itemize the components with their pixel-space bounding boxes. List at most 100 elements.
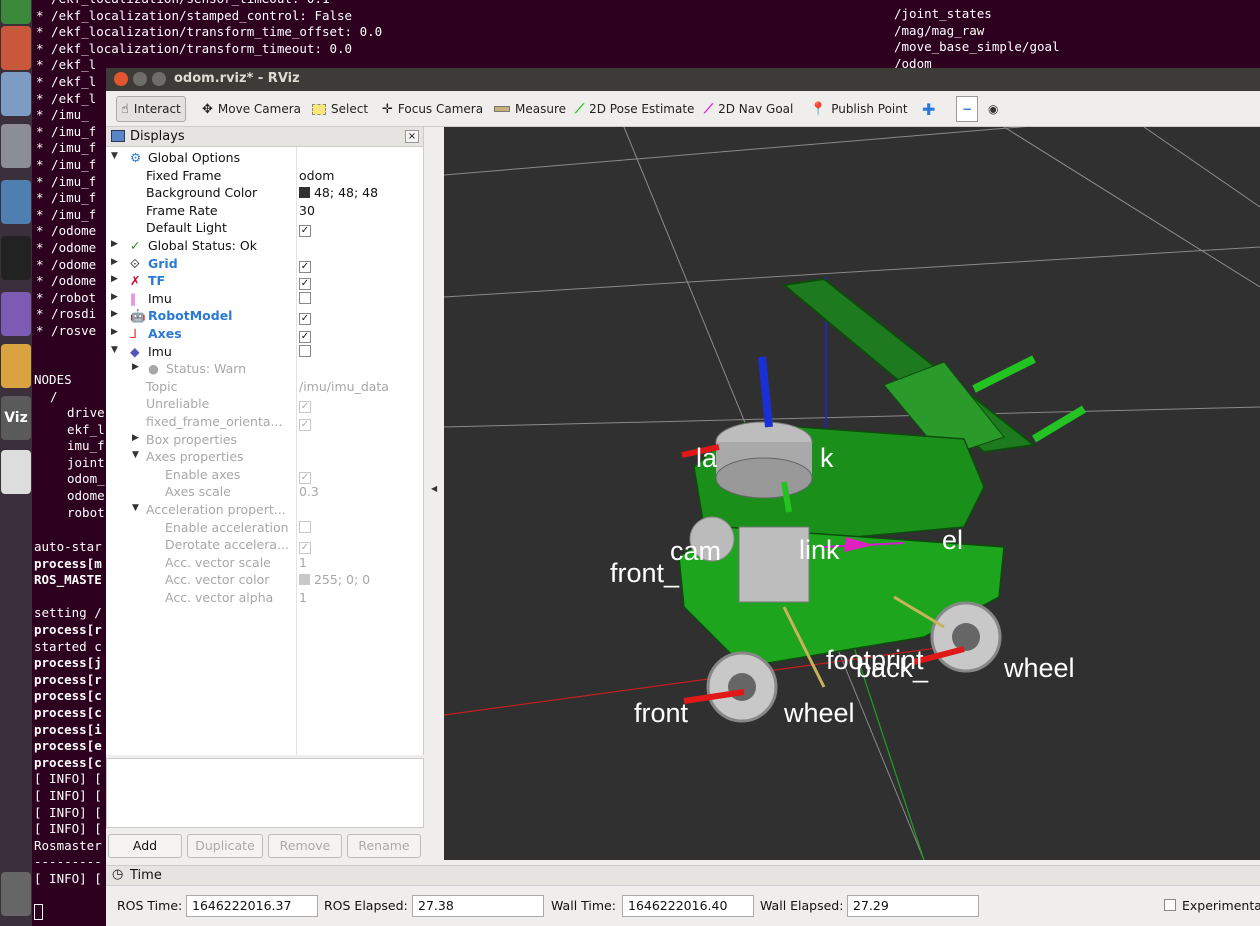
launcher-terminal-icon[interactable] bbox=[1, 236, 31, 280]
interact-button[interactable]: ☝ Interact bbox=[116, 96, 186, 122]
derotate-accel-row[interactable]: Derotate accelera... ✓ bbox=[106, 536, 424, 555]
default-light-checkbox[interactable]: ✓ bbox=[299, 220, 311, 238]
grid-row[interactable]: ▶ ⟐ Grid ✓ bbox=[106, 255, 424, 273]
fixed-frame-row[interactable]: Fixed Frame odom bbox=[106, 167, 424, 185]
acc-color-row[interactable]: Acc. vector color 255; 0; 0 bbox=[106, 571, 424, 589]
robot-model-row[interactable]: ▶ 🤖 RobotModel ✓ bbox=[106, 307, 424, 326]
maximize-icon[interactable] bbox=[152, 72, 166, 86]
displays-panel: Displays × ▼ ⚙ Global Options Fixed Frame o… bbox=[106, 127, 424, 755]
acc-scale-value[interactable]: 1 bbox=[299, 555, 307, 570]
select-button[interactable]: Select bbox=[308, 96, 372, 122]
unreliable-row[interactable]: Unreliable ✓ bbox=[106, 395, 424, 414]
launcher-drive-icon[interactable] bbox=[1, 450, 31, 494]
3d-viewport[interactable]: front_ cam link el la k footprint back_ … bbox=[444, 127, 1260, 860]
derotate-accel-checkbox[interactable]: ✓ bbox=[299, 542, 311, 555]
background-color-value[interactable]: 48; 48; 48 bbox=[299, 185, 378, 200]
axes-row[interactable]: ▶ ⅃ Axes ✓ bbox=[106, 325, 424, 343]
frame-label-back: back_ bbox=[856, 653, 929, 683]
remove-button[interactable]: Remove bbox=[268, 834, 342, 858]
terminal-log-line: process[r bbox=[34, 622, 102, 637]
measure-button[interactable]: Measure bbox=[490, 96, 570, 122]
displays-title: Displays bbox=[130, 129, 185, 144]
remove-tool-icon[interactable]: − bbox=[956, 96, 978, 122]
acc-color-value[interactable]: 255; 0; 0 bbox=[299, 572, 370, 587]
terminal-param-line: * /rosve bbox=[36, 323, 97, 338]
launcher-rviz-icon[interactable]: Viz bbox=[1, 396, 31, 440]
launcher-browser-icon[interactable] bbox=[1, 180, 31, 224]
property-description bbox=[106, 758, 424, 828]
launcher-editor-icon[interactable] bbox=[1, 344, 31, 388]
enable-axes-row[interactable]: Enable axes ✓ bbox=[106, 466, 424, 484]
fixed-frame-orient-label: fixed_frame_orienta... bbox=[146, 414, 283, 429]
launcher-settings-icon[interactable] bbox=[1, 124, 31, 168]
ros-time-field[interactable]: 1646222016.37 bbox=[186, 895, 318, 917]
imu-row-1[interactable]: ▶ ∥ Imu bbox=[106, 290, 424, 308]
enable-accel-row[interactable]: Enable acceleration bbox=[106, 519, 424, 537]
enable-axes-checkbox[interactable]: ✓ bbox=[299, 471, 311, 484]
minimize-icon[interactable] bbox=[133, 72, 147, 86]
fixed-frame-orient-checkbox[interactable]: ✓ bbox=[299, 419, 311, 431]
fixed-frame-value[interactable]: odom bbox=[299, 168, 334, 183]
nav-goal-button[interactable]: ⟋ 2D Nav Goal bbox=[700, 96, 797, 122]
axes-checkbox[interactable]: ✓ bbox=[299, 331, 311, 343]
fixed-frame-orient-row[interactable]: fixed_frame_orienta... ✓ bbox=[106, 413, 424, 431]
rename-button[interactable]: Rename bbox=[347, 834, 421, 858]
terminal-param-line: * /ekf_localization/transform_time_offse… bbox=[36, 24, 383, 40]
wall-elapsed-field[interactable]: 27.29 bbox=[847, 895, 979, 917]
axes-scale-row[interactable]: Axes scale 0.3 bbox=[106, 483, 424, 501]
grid-checkbox[interactable]: ✓ bbox=[299, 260, 311, 273]
global-options-row[interactable]: ▼ ⚙ Global Options bbox=[106, 149, 424, 167]
imu-checkbox[interactable] bbox=[299, 344, 311, 357]
axes-icon: ⅃ bbox=[130, 326, 137, 341]
terminal-param-line: * /ekf_localization/sensor_timeout: 0.1 bbox=[36, 0, 330, 8]
launcher-files-icon[interactable] bbox=[1, 26, 31, 70]
axes-properties-row[interactable]: ▼ Axes properties bbox=[106, 448, 424, 466]
terminal-log-line: process[c bbox=[34, 754, 102, 770]
accel-properties-row[interactable]: ▼ Acceleration propert... bbox=[106, 501, 424, 519]
terminal-log-line: process[j bbox=[34, 655, 102, 671]
launcher-store-icon[interactable] bbox=[1, 72, 31, 116]
expand-icon: ▶ bbox=[111, 256, 118, 267]
launcher-app-icon[interactable] bbox=[1, 0, 31, 24]
duplicate-button[interactable]: Duplicate bbox=[187, 834, 263, 858]
status-warn-row[interactable]: ▶ ● Status: Warn bbox=[106, 360, 424, 378]
add-button[interactable]: Add bbox=[108, 834, 182, 858]
default-light-row[interactable]: Default Light ✓ bbox=[106, 219, 424, 238]
background-color-row[interactable]: Background Color 48; 48; 48 bbox=[106, 184, 424, 202]
eye-icon[interactable]: ◉ bbox=[984, 96, 1002, 122]
move-camera-button[interactable]: ✥ Move Camera bbox=[198, 96, 305, 122]
focus-camera-button[interactable]: ✛ Focus Camera bbox=[378, 96, 487, 122]
topic-value[interactable]: /imu/imu_data bbox=[299, 379, 389, 394]
enable-accel-checkbox[interactable] bbox=[299, 520, 311, 533]
tf-checkbox[interactable]: ✓ bbox=[299, 278, 311, 291]
acc-alpha-row[interactable]: Acc. vector alpha 1 bbox=[106, 589, 424, 607]
ros-elapsed-field[interactable]: 27.38 bbox=[412, 895, 544, 917]
terminal-node-line: ekf_l bbox=[67, 421, 105, 437]
publish-point-button[interactable]: 📍 Publish Point bbox=[806, 96, 912, 122]
green-arrow-icon: ⟋ bbox=[575, 101, 585, 117]
topic-row[interactable]: Topic/imu/imu_data bbox=[106, 378, 424, 396]
acc-scale-row[interactable]: Acc. vector scale 1 bbox=[106, 554, 424, 572]
global-status-row[interactable]: ▶ ✓ Global Status: Ok bbox=[106, 237, 424, 255]
imu-checkbox[interactable] bbox=[299, 291, 311, 304]
add-tool-icon[interactable]: ✚ bbox=[918, 96, 939, 122]
frame-rate-value[interactable]: 30 bbox=[299, 203, 315, 218]
collapse-icon: ▼ bbox=[132, 450, 139, 461]
robot-model-checkbox[interactable]: ✓ bbox=[299, 313, 311, 326]
wall-time-field[interactable]: 1646222016.40 bbox=[622, 895, 754, 917]
launcher-trash-icon[interactable] bbox=[1, 872, 31, 916]
pose-estimate-button[interactable]: ⟋ 2D Pose Estimate bbox=[571, 96, 698, 122]
experimental-checkbox[interactable] bbox=[1164, 899, 1176, 911]
acc-alpha-value[interactable]: 1 bbox=[299, 590, 307, 605]
tf-row[interactable]: ▶ ✗ TF ✓ bbox=[106, 272, 424, 291]
splitter[interactable]: ◀ bbox=[424, 127, 444, 860]
checkbox[interactable]: ✓ bbox=[299, 225, 311, 238]
unreliable-checkbox[interactable]: ✓ bbox=[299, 401, 311, 414]
imu-row-2[interactable]: ▼ ◆ Imu bbox=[106, 343, 424, 361]
launcher-app2-icon[interactable] bbox=[1, 292, 31, 336]
close-panel-icon[interactable]: × bbox=[405, 130, 419, 143]
axes-scale-value[interactable]: 0.3 bbox=[299, 484, 319, 499]
box-properties-row[interactable]: ▶ Box properties bbox=[106, 431, 424, 449]
close-icon[interactable] bbox=[114, 72, 128, 86]
frame-rate-row[interactable]: Frame Rate 30 bbox=[106, 202, 424, 220]
